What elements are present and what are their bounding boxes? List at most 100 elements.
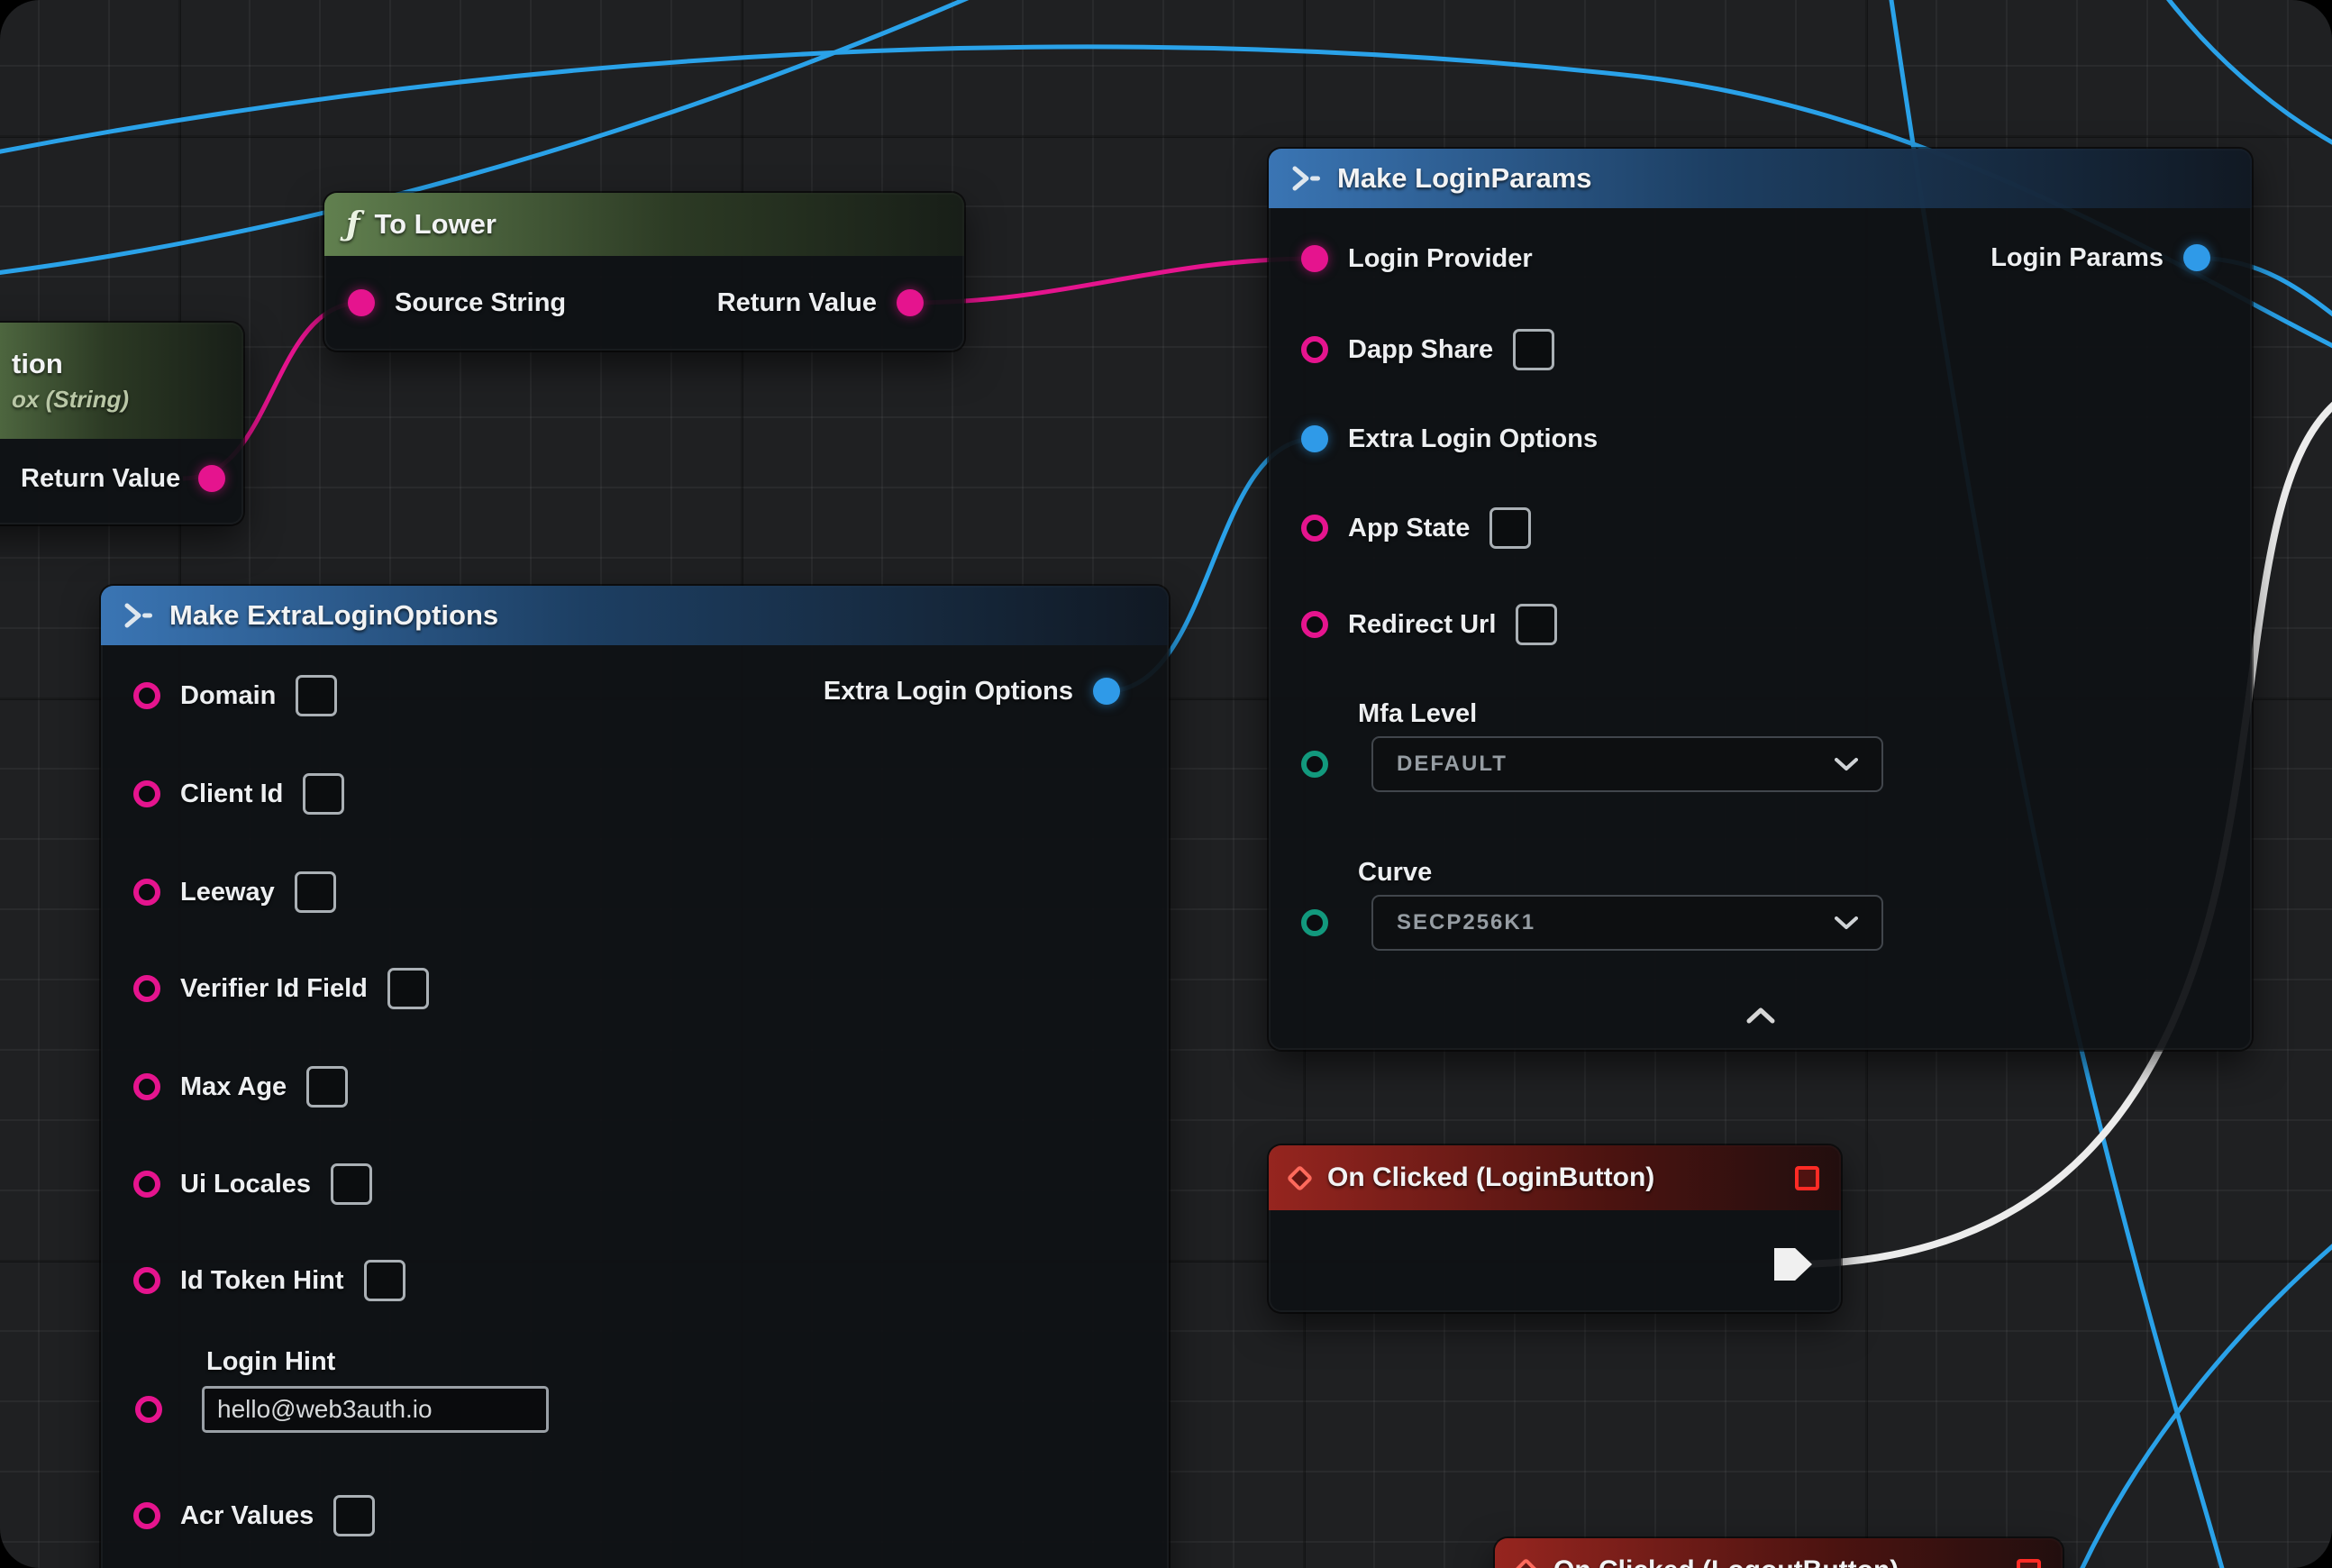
app-state-pin[interactable] [1301, 515, 1328, 542]
pin-label: Max Age [180, 1072, 287, 1102]
node-header[interactable]: Make LoginParams [1269, 149, 2252, 208]
pin-row-redirect-url: Redirect Url [1301, 603, 1557, 646]
id-token-hint-checkbox[interactable] [364, 1260, 405, 1301]
collapse-pins-button[interactable] [1745, 1007, 1776, 1029]
wire-tolower-to-loginprovider[interactable] [910, 259, 1315, 303]
client-id-checkbox[interactable] [303, 773, 344, 815]
node-title: tion [12, 348, 63, 380]
node-header[interactable]: ƒ To Lower [324, 193, 964, 256]
return-value-pin[interactable] [198, 465, 225, 492]
max-age-pin[interactable] [133, 1073, 160, 1100]
make-struct-icon [123, 601, 155, 630]
chevron-up-icon [1745, 1007, 1776, 1025]
pin-row-login-params-out: Login Params [1990, 236, 2210, 279]
pin-label: Leeway [180, 878, 275, 907]
leeway-pin[interactable] [133, 879, 160, 906]
login-hint-pin[interactable] [135, 1396, 162, 1423]
pin-row-app-state: App State [1301, 506, 1531, 550]
acr-values-pin[interactable] [133, 1502, 160, 1529]
chevron-down-icon [1835, 757, 1858, 771]
pin-row-return-value: Return Value [717, 281, 924, 324]
login-hint-block: Login Hint [101, 1347, 549, 1433]
wire-blue-bottomright-cross [2072, 1233, 2332, 1568]
redirect-url-pin[interactable] [1301, 611, 1328, 638]
login-params-output-pin[interactable] [2183, 244, 2210, 271]
node-header[interactable]: On Clicked (LogoutButton) [1495, 1538, 2063, 1568]
domain-pin[interactable] [133, 682, 160, 709]
mfa-level-dropdown[interactable]: DEFAULT [1371, 736, 1883, 792]
client-id-pin[interactable] [133, 780, 160, 807]
return-value-pin[interactable] [897, 289, 924, 316]
event-icon [1287, 1164, 1314, 1191]
chevron-down-icon [1835, 916, 1858, 930]
pin-row-leeway: Leeway [133, 871, 336, 914]
node-title: On Clicked (LoginButton) [1327, 1162, 1654, 1193]
curve-pin[interactable] [1301, 909, 1328, 936]
dropdown-value: SECP256K1 [1397, 910, 1535, 935]
pin-label: Domain [180, 681, 276, 711]
source-string-pin[interactable] [348, 289, 375, 316]
pin-label: Login Hint [206, 1347, 549, 1377]
node-on-clicked-login-button[interactable]: On Clicked (LoginButton) [1269, 1145, 1841, 1312]
node-title: To Lower [375, 208, 496, 241]
pin-row-id-token-hint: Id Token Hint [133, 1259, 405, 1302]
pin-label: Verifier Id Field [180, 974, 368, 1004]
pin-row-max-age: Max Age [133, 1065, 348, 1108]
pin-label: Return Value [21, 464, 180, 494]
login-hint-row [101, 1386, 549, 1433]
exec-output-pin[interactable] [1774, 1248, 1812, 1281]
mfa-level-pin[interactable] [1301, 751, 1328, 778]
app-state-checkbox[interactable] [1489, 507, 1531, 549]
extra-login-options-output-pin[interactable] [1093, 678, 1120, 705]
node-subtitle: ox (String) [12, 386, 129, 414]
ui-locales-pin[interactable] [133, 1171, 160, 1198]
dropdown-value: DEFAULT [1397, 752, 1508, 777]
pin-row-verifier-id-field: Verifier Id Field [133, 967, 429, 1010]
pin-row-login-provider: Login Provider [1301, 237, 1533, 280]
pin-label: Curve [1358, 858, 1883, 888]
login-hint-input[interactable] [202, 1386, 549, 1433]
pin-label: Extra Login Options [1348, 424, 1598, 454]
verifier-id-field-checkbox[interactable] [387, 968, 429, 1009]
login-provider-pin[interactable] [1301, 245, 1328, 272]
pin-label: Login Params [1990, 243, 2163, 273]
pin-label: Source String [395, 288, 566, 318]
leeway-checkbox[interactable] [295, 871, 336, 913]
pin-label: Login Provider [1348, 244, 1533, 274]
pin-label: App State [1348, 514, 1470, 543]
node-to-lower[interactable]: ƒ To Lower Source String Return Value [324, 193, 964, 351]
pin-label: Acr Values [180, 1501, 314, 1531]
node-title: Make ExtraLoginOptions [169, 599, 498, 632]
delegate-pin[interactable] [1795, 1166, 1819, 1190]
wire-blue-topright-corner [2155, 0, 2332, 151]
max-age-checkbox[interactable] [306, 1066, 348, 1108]
node-on-clicked-logout-button[interactable]: On Clicked (LogoutButton) [1495, 1538, 2063, 1568]
pin-row-extra-login-options-out: Extra Login Options [824, 670, 1120, 713]
id-token-hint-pin[interactable] [133, 1267, 160, 1294]
pin-row-extra-login-options-in: Extra Login Options [1301, 417, 1598, 460]
node-text-partial[interactable]: tion ox (String) Return Value [0, 323, 243, 524]
curve-dropdown[interactable]: SECP256K1 [1371, 895, 1883, 951]
node-make-login-params[interactable]: Make LoginParams Login Params Login Prov… [1269, 149, 2252, 1050]
pin-label: Ui Locales [180, 1170, 311, 1199]
node-header[interactable]: tion ox (String) [0, 323, 243, 439]
node-header[interactable]: On Clicked (LoginButton) [1269, 1145, 1841, 1210]
pin-label: Extra Login Options [824, 677, 1073, 707]
pin-row-dapp-share: Dapp Share [1301, 328, 1554, 371]
dapp-share-pin[interactable] [1301, 336, 1328, 363]
blueprint-canvas[interactable]: tion ox (String) Return Value ƒ To Lower… [0, 0, 2332, 1568]
acr-values-checkbox[interactable] [333, 1495, 375, 1536]
node-header[interactable]: Make ExtraLoginOptions [101, 586, 1169, 645]
domain-checkbox[interactable] [296, 675, 337, 716]
verifier-id-field-pin[interactable] [133, 975, 160, 1002]
node-make-extra-login-options[interactable]: Make ExtraLoginOptions Extra Login Optio… [101, 586, 1169, 1568]
delegate-pin[interactable] [2017, 1559, 2041, 1568]
extra-login-options-input-pin[interactable] [1301, 425, 1328, 452]
ui-locales-checkbox[interactable] [331, 1163, 372, 1205]
mfa-level-row: DEFAULT [1269, 736, 1883, 792]
event-icon [1513, 1557, 1540, 1568]
pin-row-acr-values: Acr Values [133, 1494, 375, 1537]
dapp-share-checkbox[interactable] [1513, 329, 1554, 370]
node-title: Make LoginParams [1337, 162, 1592, 195]
redirect-url-checkbox[interactable] [1516, 604, 1557, 645]
